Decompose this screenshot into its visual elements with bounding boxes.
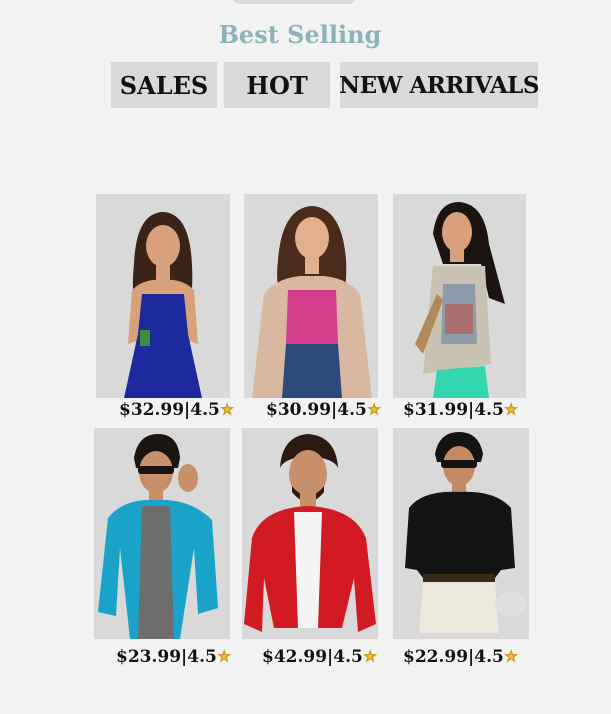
star-icon: ★ [504, 649, 518, 666]
price-rating-text: $22.99|4.5 [403, 647, 504, 667]
product-price-rating: $32.99|4.5 ★ [119, 400, 234, 420]
product-price-rating: $31.99|4.5 ★ [403, 400, 518, 420]
price-rating-text: $42.99|4.5 [262, 647, 363, 667]
tab-hot[interactable]: HOT [224, 62, 330, 108]
price-rating-text: $30.99|4.5 [266, 400, 367, 420]
star-icon: ★ [217, 649, 231, 666]
product-image-man-blue-jacket[interactable] [94, 428, 230, 639]
top-pill-decoration [232, 0, 356, 4]
woman-printed-kurti-illustration [415, 202, 505, 398]
product-image-woman-pink-top[interactable] [244, 194, 378, 398]
product-image-man-red-blazer[interactable] [242, 428, 378, 639]
man-blue-jacket-illustration [98, 434, 218, 639]
product-price-rating: $30.99|4.5 ★ [266, 400, 381, 420]
star-icon: ★ [363, 649, 377, 666]
price-rating-text: $31.99|4.5 [403, 400, 504, 420]
man-black-shirt-illustration [405, 432, 527, 633]
star-icon: ★ [367, 402, 381, 419]
page: Best Selling SALES HOT NEW ARRIVALS $32.… [0, 0, 611, 714]
product-price-rating: $22.99|4.5 ★ [403, 647, 518, 667]
price-rating-text: $23.99|4.5 [116, 647, 217, 667]
man-red-blazer-illustration [244, 434, 376, 632]
product-image-woman-printed-kurti[interactable] [393, 194, 526, 398]
product-price-rating: $23.99|4.5 ★ [116, 647, 231, 667]
woman-pink-top-illustration [252, 206, 372, 398]
tab-sales[interactable]: SALES [111, 62, 217, 108]
product-image-man-black-shirt[interactable] [393, 428, 529, 639]
star-icon: ★ [504, 402, 518, 419]
product-price-rating: $42.99|4.5 ★ [262, 647, 377, 667]
star-icon: ★ [220, 402, 234, 419]
woman-blue-dress-illustration [124, 212, 202, 398]
price-rating-text: $32.99|4.5 [119, 400, 220, 420]
product-image-woman-blue-dress[interactable] [96, 194, 230, 398]
tab-new-arrivals[interactable]: NEW ARRIVALS [339, 62, 539, 108]
page-title: Best Selling [218, 20, 382, 49]
